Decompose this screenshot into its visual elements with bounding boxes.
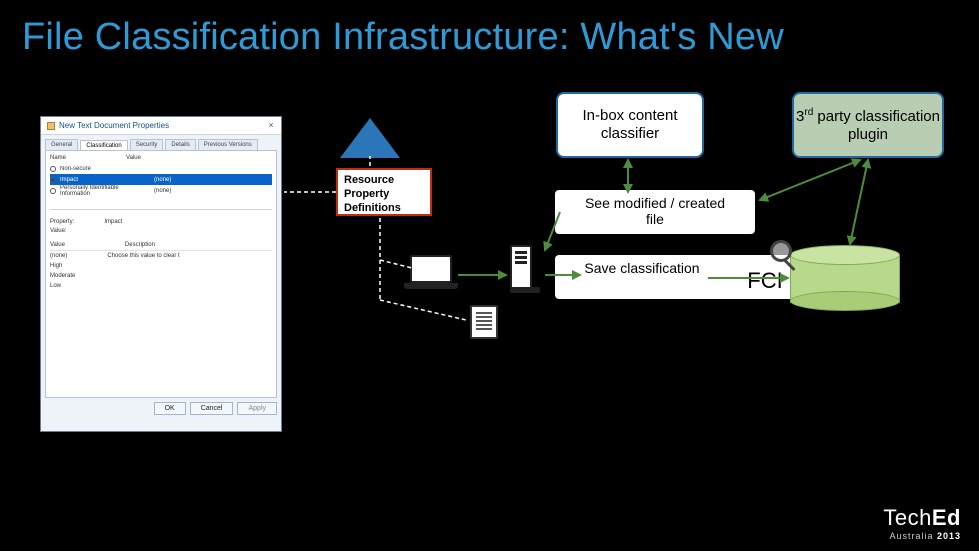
third-party-plugin-box: 3rd party classification plugin [792, 92, 944, 158]
footer: TechEd Australia 2013 [883, 505, 961, 541]
tab-security[interactable]: Security [130, 139, 164, 150]
see-modified-label: See modified / created file [580, 195, 730, 227]
list-item[interactable]: Non-secure [50, 163, 272, 174]
value-cell: (none) [50, 253, 67, 259]
slide-title: File Classification Infrastructure: What… [22, 16, 784, 59]
radio-icon [50, 177, 56, 183]
inbox-classifier-box: In-box content classifier [556, 92, 704, 158]
dialog-title: New Text Document Properties [59, 117, 169, 135]
resource-property-definitions-box: Resource Property Definitions [336, 168, 432, 216]
triangle-icon [340, 118, 400, 158]
document-icon [470, 305, 498, 339]
prop-name: Impact [60, 177, 150, 183]
fci-label: FCI [740, 268, 790, 294]
list-item[interactable]: (none) Choose this value to clear t [50, 251, 272, 261]
divider [50, 209, 272, 210]
fci-datastore-icon [790, 245, 900, 311]
property-list: Non-secure Impact (none) Personally Iden… [50, 163, 272, 196]
upper-column-headers: Name Value [50, 155, 272, 161]
laptop-icon [410, 255, 458, 289]
file-icon [47, 122, 55, 130]
dialog-buttons: OK Cancel Apply [41, 398, 281, 419]
value-label: Value: [50, 228, 272, 234]
property-value: Impact [104, 219, 122, 225]
tab-details[interactable]: Details [165, 139, 195, 150]
dialog-titlebar: New Text Document Properties × [41, 117, 281, 135]
save-classification-label: Save classification [582, 260, 702, 276]
dialog-body: Name Value Non-secure Impact (none) Pers… [45, 150, 277, 398]
footer-sub: Australia 2013 [883, 531, 961, 541]
plugin-text: 3rd party classification plugin [794, 107, 942, 144]
list-item[interactable]: Moderate [50, 271, 272, 281]
brand-part-b: Ed [932, 505, 961, 530]
radio-icon [50, 188, 56, 194]
tab-previous-versions[interactable]: Previous Versions [198, 139, 258, 150]
value-cell: Low [50, 283, 61, 289]
desc-cell: Choose this value to clear t [107, 253, 179, 259]
col-value: Value [126, 155, 141, 161]
properties-dialog: New Text Document Properties × General C… [40, 116, 282, 432]
magnifier-icon [770, 240, 792, 262]
prop-name: Personally Identifiable Information [60, 185, 150, 197]
brand-part-a: Tech [883, 505, 931, 530]
list-item[interactable]: Personally Identifiable Information (non… [50, 185, 272, 196]
sub-b: 2013 [937, 531, 961, 541]
apply-button[interactable]: Apply [237, 402, 277, 415]
radio-icon [50, 166, 56, 172]
cancel-button[interactable]: Cancel [190, 402, 234, 415]
col-name: Name [50, 155, 66, 161]
value-cell: Moderate [50, 273, 75, 279]
prop-value: (none) [154, 177, 214, 183]
teched-logo: TechEd [883, 505, 961, 531]
col-description: Description [125, 242, 155, 248]
prop-name: Non-secure [60, 166, 150, 172]
value-cell: High [50, 263, 62, 269]
ok-button[interactable]: OK [154, 402, 186, 415]
list-item[interactable]: Low [50, 281, 272, 291]
server-icon [510, 245, 542, 305]
close-icon[interactable]: × [265, 119, 277, 131]
property-label: Property: [50, 219, 74, 225]
lower-panel: Property: Impact Value: Value Descriptio… [50, 219, 272, 393]
col-value: Value [50, 242, 65, 248]
list-item[interactable]: High [50, 261, 272, 271]
sub-a: Australia [889, 531, 937, 541]
tab-general[interactable]: General [45, 139, 78, 150]
dialog-tabs: General Classification Security Details … [41, 135, 281, 150]
prop-value: (none) [154, 188, 214, 194]
list-item[interactable]: Impact (none) [50, 174, 272, 185]
